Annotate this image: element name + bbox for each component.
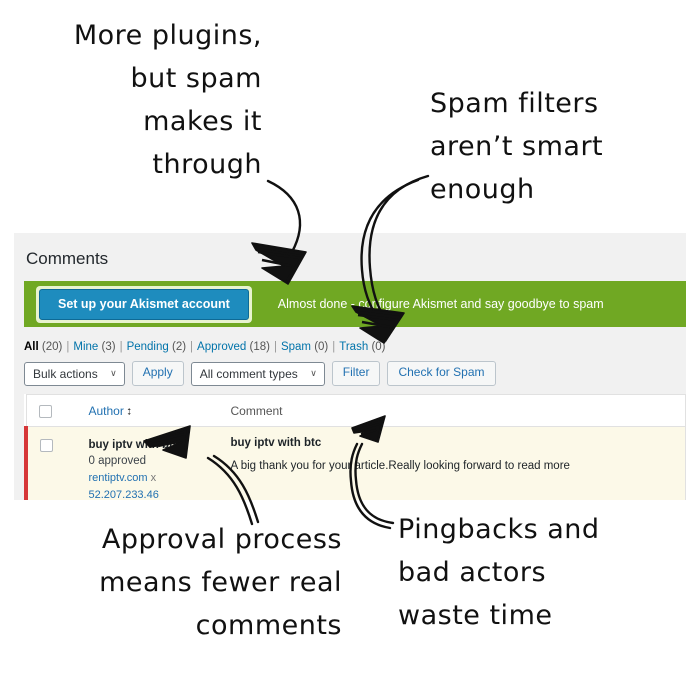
table-header-row: Author ⭥ Comment — [26, 394, 686, 427]
author-approved-count: 0 approved — [88, 455, 147, 468]
filter-separator: | — [119, 341, 123, 354]
annotation-bottom-left: Approval process means fewer real commen… — [99, 524, 342, 641]
author-cell: buy iptv with btc 0 approved rentiptv.co… — [79, 426, 217, 500]
filter-separator: | — [190, 341, 194, 354]
author-site: rentiptv.com x — [89, 470, 207, 487]
annotation-top-left: More plugins, but spam makes it through — [73, 20, 262, 180]
apply-button[interactable]: Apply — [131, 361, 184, 387]
filter-approved-link[interactable]: Approved — [197, 341, 246, 353]
author-column-header[interactable]: Author ⭥ — [78, 394, 217, 427]
remove-site-icon[interactable]: x — [151, 472, 157, 484]
filter-spam-link[interactable]: Spam — [281, 341, 311, 353]
comments-table-body: buy iptv with btc 0 approved rentiptv.co… — [24, 426, 686, 500]
akismet-notice-banner: Set up your Akismet account Almost done … — [24, 281, 686, 328]
author-site-link[interactable]: rentiptv.com — [89, 472, 148, 484]
row-select-cell — [24, 426, 79, 500]
author-ip[interactable]: 52.207.233.46 — [89, 487, 207, 500]
sort-arrows-icon: ⭥ — [126, 406, 132, 417]
filter-mine-link[interactable]: Mine — [73, 341, 98, 353]
comment-cell: buy iptv with btc A big thank you for yo… — [217, 426, 686, 500]
filter-pending[interactable]: Pending (2) — [127, 341, 186, 353]
filter-pending-link[interactable]: Pending — [127, 341, 169, 353]
filter-trash[interactable]: Trash (0) — [339, 341, 385, 353]
filter-trash-link[interactable]: Trash — [339, 341, 368, 353]
comment-types-select[interactable]: All comment types — [190, 361, 325, 386]
filter-separator: | — [332, 341, 336, 354]
bulk-actions-select-wrap: Bulk actions ∨ — [24, 361, 125, 386]
filter-separator: | — [273, 341, 277, 354]
setup-akismet-account-button[interactable]: Set up your Akismet account — [39, 288, 249, 321]
akismet-notice-message: Almost done - configure Akismet and say … — [277, 297, 604, 312]
wordpress-comments-panel: Comments Set up your Akismet account Alm… — [14, 233, 686, 500]
screenshot-stage: More plugins, but spam makes it through … — [0, 0, 700, 700]
comments-table: Author ⭥ Comment buy iptv with btc 0 appr… — [24, 394, 686, 500]
select-all-checkbox[interactable] — [38, 404, 52, 418]
comment-column-header: Comment — [216, 394, 686, 427]
filter-spam[interactable]: Spam (0) — [281, 341, 328, 353]
row-checkbox[interactable] — [40, 438, 53, 452]
select-all-header — [26, 394, 79, 427]
page-title: Comments — [26, 249, 109, 268]
filter-approved[interactable]: Approved (18) — [197, 341, 270, 353]
akismet-button-highlight: Set up your Akismet account — [36, 285, 252, 324]
author-column-label: Author — [88, 403, 124, 418]
comments-table-head: Author ⭥ Comment — [26, 394, 686, 427]
comments-toolbar: Bulk actions ∨ Apply All comment types ∨… — [24, 361, 686, 387]
comment-text: A big thank you for your article.Really … — [230, 459, 570, 472]
author-name: buy iptv with btc — [88, 438, 180, 451]
check-for-spam-button[interactable]: Check for Spam — [387, 361, 496, 387]
annotation-bottom-right: Pingbacks and bad actors waste time — [398, 514, 600, 631]
bulk-actions-select[interactable]: Bulk actions — [24, 361, 125, 386]
annotation-top-right: Spam filters aren’t smart enough — [430, 88, 604, 205]
filter-button[interactable]: Filter — [331, 361, 381, 387]
table-row: buy iptv with btc 0 approved rentiptv.co… — [24, 426, 686, 500]
filter-separator: | — [66, 341, 70, 354]
filter-all[interactable]: All (20) — [24, 341, 62, 353]
filter-mine[interactable]: Mine (3) — [73, 341, 115, 353]
comment-status-filters: All (20) | Mine (3) | Pending (2) | Approved (… — [24, 341, 686, 353]
comment-types-select-wrap: All comment types ∨ — [190, 361, 325, 386]
comment-author-title: buy iptv with btc — [230, 436, 322, 449]
